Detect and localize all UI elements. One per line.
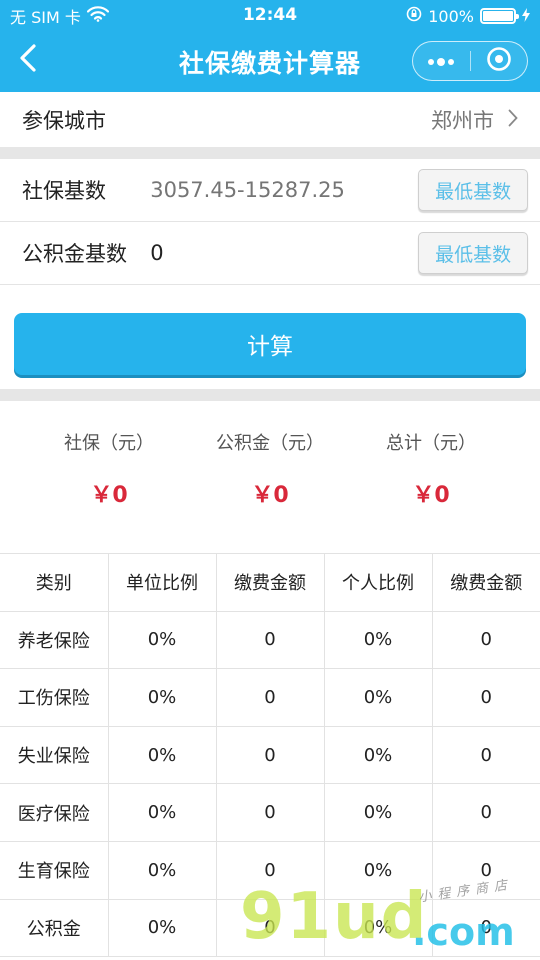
table-cell: 医疗保险 [0, 783, 109, 842]
summary-value: ￥0 [251, 483, 289, 508]
summary-label: 社保（元） [64, 433, 154, 454]
table-cell: 失业保险 [0, 725, 109, 785]
summary-value: ￥0 [90, 483, 128, 508]
main-content: 参保城市 郑州市 社保基数 最低基数 公积金基数 最低基数 计算 社保（元） [0, 92, 540, 958]
table-cell: 0 [431, 898, 540, 958]
social-min-base-button[interactable]: 最低基数 [418, 169, 528, 211]
section-divider [0, 389, 540, 401]
social-base-row: 社保基数 最低基数 [0, 159, 540, 222]
more-dots-icon [426, 52, 456, 71]
table-row: 公积金 0% 0 0% 0 [0, 898, 540, 958]
table-cell: 0% [107, 783, 217, 842]
more-button[interactable] [413, 42, 470, 80]
table-cell: 0% [323, 725, 433, 785]
table-cell: 0% [107, 840, 217, 900]
table-row: 医疗保险 0% 0 0% 0 [0, 783, 540, 842]
table-cell: 0 [215, 840, 325, 900]
status-bar: 无 SIM 卡 12:44 100% [0, 0, 540, 32]
summary-label: 总计（元） [386, 433, 476, 454]
table-cell: 生育保险 [0, 840, 109, 900]
nav-bar: 社保缴费计算器 [0, 32, 540, 92]
chevron-right-icon [508, 108, 518, 132]
table-cell: 0 [431, 610, 540, 670]
calculate-wrap: 计算 [0, 285, 540, 389]
table-cell: 0% [323, 610, 433, 670]
rotation-lock-icon [406, 6, 422, 26]
rates-table: 类别 单位比例 缴费金额 个人比例 缴费金额 养老保险 0% 0 0% 0 工伤… [0, 553, 540, 958]
table-row: 养老保险 0% 0 0% 0 [0, 610, 540, 670]
table-header-cell: 类别 [0, 553, 109, 612]
table-row: 工伤保险 0% 0 0% 0 [0, 668, 540, 727]
table-cell: 0 [431, 725, 540, 785]
status-left: 无 SIM 卡 [10, 4, 109, 28]
table-cell: 0 [215, 668, 325, 727]
summary-social: 社保（元） ￥0 [34, 429, 184, 553]
table-cell: 0 [215, 783, 325, 842]
table-cell: 0% [107, 898, 217, 958]
table-header-row: 类别 单位比例 缴费金额 个人比例 缴费金额 [0, 553, 540, 612]
social-base-label: 社保基数 [22, 179, 106, 203]
table-cell: 0% [323, 783, 433, 842]
table-cell: 公积金 [0, 898, 109, 958]
table-header-cell: 缴费金额 [215, 553, 325, 612]
miniprogram-capsule [412, 41, 528, 81]
table-row: 生育保险 0% 0 0% 0 [0, 840, 540, 900]
table-cell: 0 [431, 783, 540, 842]
table-cell: 0% [107, 725, 217, 785]
base-section: 社保基数 最低基数 公积金基数 最低基数 [0, 159, 540, 285]
calculate-button[interactable]: 计算 [14, 313, 526, 375]
social-base-input[interactable] [150, 178, 419, 202]
carrier-text: 无 SIM 卡 [10, 8, 81, 27]
close-miniprogram-button[interactable] [470, 42, 527, 80]
target-circle-icon [486, 46, 512, 76]
summary-value: ￥0 [412, 483, 450, 508]
table-cell: 0% [323, 840, 433, 900]
summary-fund: 公积金（元） ￥0 [195, 429, 345, 553]
section-divider [0, 147, 540, 159]
city-value-wrap: 郑州市 [431, 105, 518, 135]
table-cell: 0% [107, 610, 217, 670]
summary-label: 公积金（元） [216, 433, 324, 454]
city-label: 参保城市 [22, 108, 106, 133]
battery-percent: 100% [428, 6, 474, 26]
fund-base-label: 公积金基数 [22, 242, 127, 266]
summary-total: 总计（元） ￥0 [356, 429, 506, 553]
status-right: 100% [406, 6, 530, 26]
table-cell: 0 [215, 610, 325, 670]
charging-icon [522, 7, 530, 26]
fund-base-input[interactable] [150, 241, 419, 265]
table-cell: 工伤保险 [0, 668, 109, 727]
table-header-cell: 个人比例 [323, 553, 433, 612]
table-cell: 0 [431, 840, 540, 900]
table-cell: 0% [107, 668, 217, 727]
table-header-cell: 缴费金额 [431, 553, 540, 612]
fund-min-base-button[interactable]: 最低基数 [418, 232, 528, 274]
table-row: 失业保险 0% 0 0% 0 [0, 725, 540, 785]
table-cell: 养老保险 [0, 610, 109, 670]
table-cell: 0% [323, 898, 433, 958]
summary-panel: 社保（元） ￥0 公积金（元） ￥0 总计（元） ￥0 [0, 401, 540, 553]
fund-base-row: 公积金基数 最低基数 [0, 222, 540, 285]
app-header: 无 SIM 卡 12:44 100% 社保缴费计算器 [0, 0, 540, 92]
wifi-icon [86, 6, 109, 26]
table-cell: 0% [323, 668, 433, 727]
table-cell: 0 [215, 725, 325, 785]
table-cell: 0 [215, 898, 325, 958]
city-selector[interactable]: 参保城市 郑州市 [0, 92, 540, 147]
table-cell: 0 [431, 668, 540, 727]
battery-icon [480, 8, 519, 24]
table-header-cell: 单位比例 [107, 553, 217, 612]
city-value: 郑州市 [431, 108, 494, 133]
